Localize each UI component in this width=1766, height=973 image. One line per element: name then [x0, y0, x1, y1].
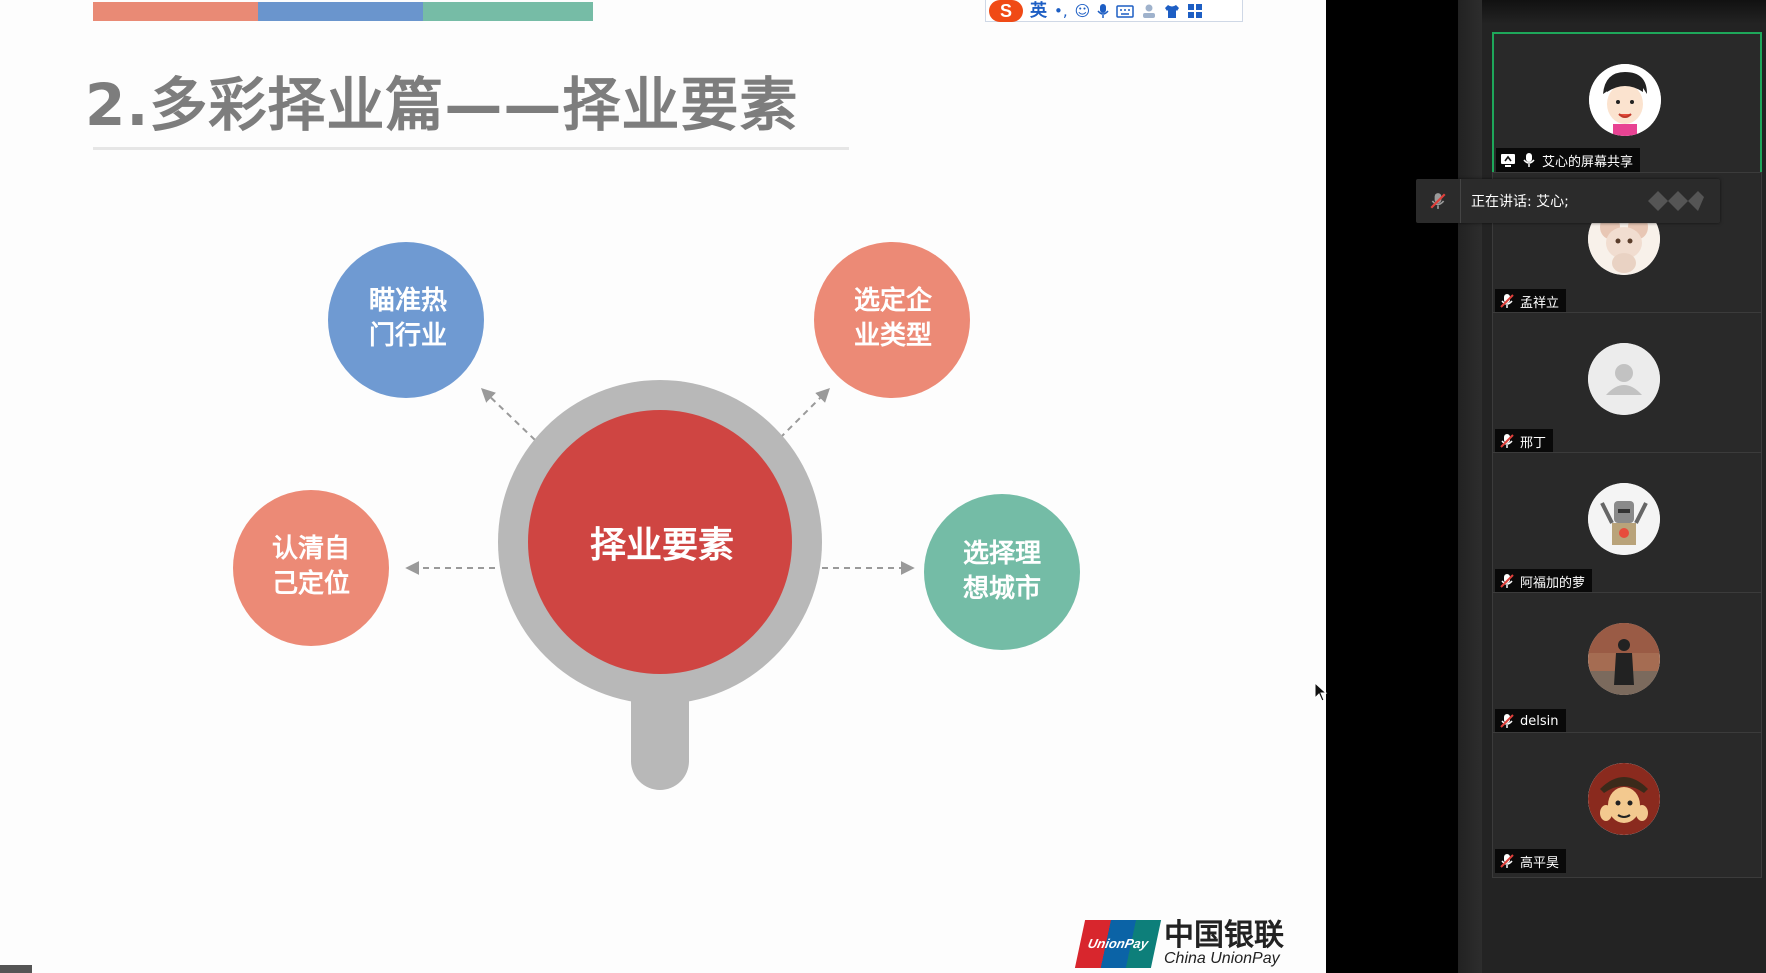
participant-name-bar: delsin: [1495, 709, 1566, 733]
speaking-indicator: 正在讲话: 艾心;: [1416, 179, 1720, 223]
mic-muted-icon: [1500, 574, 1514, 588]
participant-tile[interactable]: 高平昊: [1492, 732, 1762, 878]
arrow-to-top-left: [480, 388, 536, 441]
mic-muted-icon: [1500, 714, 1514, 728]
node-top-right: [814, 242, 970, 398]
panel-edge: [1458, 0, 1482, 973]
participant-name-bar: 邢丁: [1495, 429, 1554, 453]
center-label: 择业要素: [590, 525, 734, 566]
corner-handle: [0, 965, 32, 973]
node-top-left-line1: 瞄准热: [369, 286, 447, 316]
node-left-line1: 认清自: [272, 533, 350, 564]
node-left: [233, 490, 389, 646]
avatar: [1588, 763, 1660, 835]
participant-name-bar: 艾心的屏幕共享: [1496, 148, 1641, 172]
smiley-icon[interactable]: ☺: [1075, 0, 1091, 22]
black-strip: [1326, 0, 1458, 973]
mic-muted-icon: [1500, 294, 1514, 308]
ime-toolbar[interactable]: S 英 •, ☺: [985, 0, 1243, 22]
participants-panel[interactable]: 艾心的屏幕共享 孟祥立 邢丁 阿福加的萝 delsin 高平昊: [1482, 0, 1766, 973]
arrow-to-top-right: [779, 388, 830, 439]
participant-name: 阿福加的萝: [1520, 575, 1586, 591]
avatar: [1589, 64, 1661, 136]
participant-name: 孟祥立: [1520, 295, 1560, 311]
ime-punctuation-toggle[interactable]: •,: [1054, 0, 1068, 22]
participant-name-bar: 高平昊: [1495, 849, 1567, 873]
participant-tile[interactable]: 艾心的屏幕共享: [1492, 32, 1762, 178]
shirt-icon[interactable]: [1164, 3, 1180, 19]
participant-name-bar: 阿福加的萝: [1495, 569, 1593, 593]
mic-muted-icon: [1500, 434, 1514, 448]
speaking-mic-icon: [1416, 179, 1461, 223]
brand-name-en: China UnionPay: [1164, 950, 1280, 967]
node-top-right-line1: 选定企: [854, 285, 933, 316]
speaking-text: 正在讲话: 艾心;: [1471, 194, 1569, 210]
participant-name: 高平昊: [1520, 855, 1560, 871]
mic-muted-icon: [1500, 854, 1514, 868]
shared-slide: 2.多彩择业篇——择业要素 择业要素 瞄准热 门行业 选定企 业类型 认清自 己…: [0, 0, 1326, 973]
node-top-right-line2: 业类型: [854, 321, 932, 351]
screen-share-icon: [1501, 154, 1515, 167]
mouse-cursor-icon: [1314, 682, 1328, 702]
participant-tile[interactable]: delsin: [1492, 592, 1762, 738]
node-left-line2: 己定位: [272, 568, 350, 599]
participant-tile[interactable]: 阿福加的萝: [1492, 452, 1762, 598]
default-avatar-icon: [1588, 343, 1660, 415]
node-top-left-line2: 门行业: [369, 320, 447, 351]
career-factors-diagram: 择业要素 瞄准热 门行业 选定企 业类型 认清自 己定位 选择理 想城市: [233, 242, 1080, 790]
grid-icon[interactable]: [1187, 3, 1203, 19]
panel-header: [1482, 0, 1766, 24]
keyboard-icon[interactable]: [1116, 4, 1135, 18]
audio-wave-icon: [1648, 191, 1704, 211]
participant-name-bar: 孟祥立: [1495, 289, 1567, 313]
avatar: [1588, 623, 1660, 695]
node-right-line1: 选择理: [963, 539, 1041, 569]
unionpay-badge: UnionPay 银联: [1074, 920, 1162, 968]
mic-icon[interactable]: [1097, 3, 1109, 19]
ime-language-toggle[interactable]: 英: [1030, 0, 1047, 22]
unionpay-logo: UnionPay 银联 中国银联 China UnionPay: [1074, 918, 1284, 968]
user-icon[interactable]: [1141, 3, 1157, 19]
node-top-left: [328, 242, 484, 398]
mic-on-icon: [1523, 153, 1535, 167]
node-right-line2: 想城市: [963, 573, 1041, 604]
brand-name-cn: 中国银联: [1164, 918, 1284, 953]
participant-name: 邢丁: [1520, 435, 1547, 451]
avatar: [1588, 483, 1660, 555]
node-right: [924, 494, 1080, 650]
ime-logo[interactable]: S: [989, 0, 1023, 22]
participant-tile[interactable]: 邢丁: [1492, 312, 1762, 458]
participant-name: delsin: [1520, 713, 1559, 729]
participant-name: 艾心的屏幕共享: [1542, 154, 1634, 170]
